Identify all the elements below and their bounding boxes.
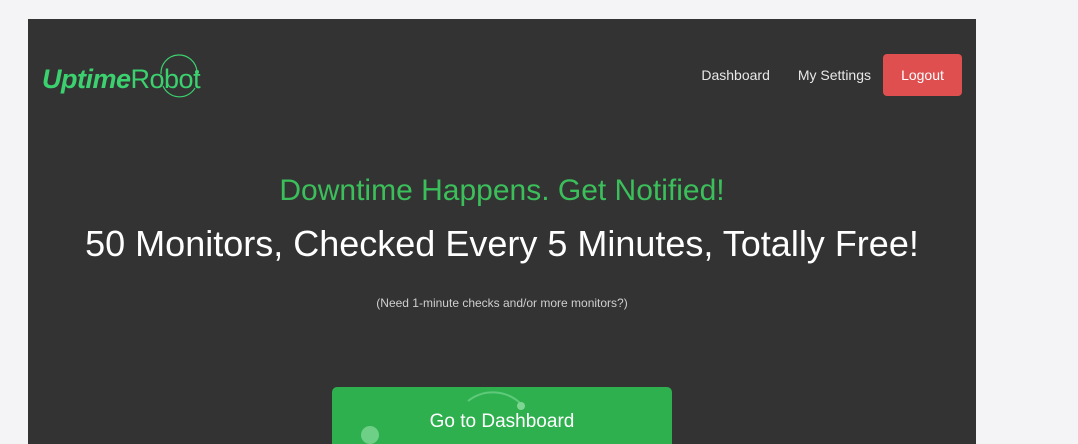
- app-viewport: Uptime Robot Dashboard My Settings Logou…: [28, 19, 976, 444]
- upgrade-note-link[interactable]: (Need 1-minute checks and/or more monito…: [28, 295, 976, 311]
- nav-links: Dashboard My Settings Logout: [701, 54, 962, 96]
- navbar: Uptime Robot Dashboard My Settings Logou…: [28, 19, 976, 131]
- hero-headline: 50 Monitors, Checked Every 5 Minutes, To…: [85, 223, 919, 264]
- logo-text-uptime: Uptime: [42, 63, 131, 94]
- orbit-logo-icon: [160, 54, 199, 98]
- hero-section: Downtime Happens. Get Notified! 50 Monit…: [28, 169, 976, 311]
- logout-button[interactable]: Logout: [883, 54, 962, 96]
- hero-tagline: Downtime Happens. Get Notified!: [279, 174, 725, 207]
- cta-label: Go to Dashboard: [429, 411, 575, 432]
- nav-dashboard-link[interactable]: Dashboard: [701, 67, 770, 83]
- go-to-dashboard-button[interactable]: Go to Dashboard: [332, 387, 672, 444]
- logo[interactable]: Uptime Robot: [42, 53, 201, 105]
- nav-settings-link[interactable]: My Settings: [798, 67, 871, 83]
